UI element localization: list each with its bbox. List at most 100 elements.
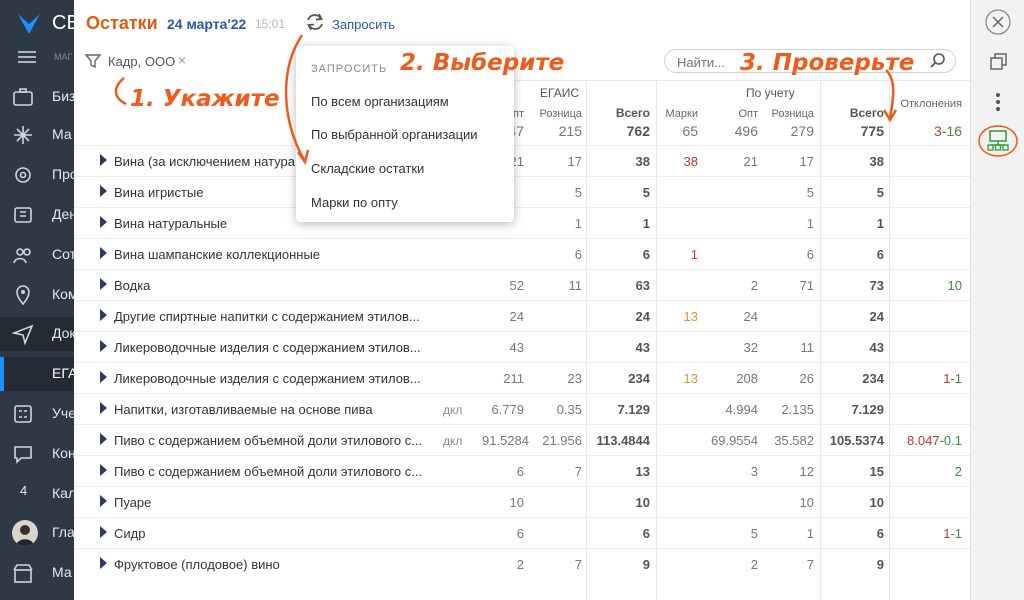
search-icon[interactable] xyxy=(929,52,947,70)
filter-icon[interactable] xyxy=(84,52,102,70)
table-row[interactable]: Вина (за исключением натура... 21 17 38 38 21… xyxy=(74,145,970,177)
table-row[interactable]: Вина натуральные 1 1 1 1 xyxy=(74,207,970,239)
cell-ar: 71 xyxy=(799,278,814,293)
deviation-green: -1 xyxy=(950,526,962,541)
cell-eo: 43 xyxy=(509,340,524,355)
expand-arrow-icon[interactable] xyxy=(100,402,107,414)
dropdown-item-wholesale-marks[interactable]: Марки по опту xyxy=(311,195,398,210)
expand-arrow-icon[interactable] xyxy=(100,247,107,259)
table-row[interactable]: Водка 52 11 63 2 71 73 10 xyxy=(74,269,970,301)
cell-ao: 24 xyxy=(743,309,758,324)
expand-arrow-icon[interactable] xyxy=(100,185,107,197)
sidebar-item-documents[interactable]: Док xyxy=(0,317,74,351)
sidebar-item-profile[interactable]: Гла xyxy=(0,516,74,550)
cell-m: 13 xyxy=(683,371,698,386)
cell-eo: 6 xyxy=(516,526,524,541)
cell-eo: 52 xyxy=(509,278,524,293)
time-label: 15:01 xyxy=(255,17,286,31)
cell-et: 6 xyxy=(642,247,650,262)
sidebar-item-staff[interactable]: Сот xyxy=(0,238,74,272)
table-row[interactable]: Пиво с содержанием объемной доли этилово… xyxy=(74,424,970,456)
expand-arrow-icon[interactable] xyxy=(100,154,107,166)
cell-ar: 1 xyxy=(806,216,814,231)
cell-m: 1 xyxy=(690,247,698,262)
cell-deviation: 1-1 xyxy=(892,371,962,386)
expand-arrow-icon[interactable] xyxy=(100,309,107,321)
more-icon[interactable] xyxy=(984,88,1012,116)
filter-clear-button[interactable]: × xyxy=(178,52,186,68)
expand-arrow-icon[interactable] xyxy=(100,495,107,507)
table-row[interactable]: Пуаре 10 10 10 10 xyxy=(74,486,970,518)
sidebar-item-business[interactable]: Биз xyxy=(0,80,74,114)
table-row[interactable]: Ликероводочные изделия с содержанием эти… xyxy=(74,331,970,363)
main-panel: Остатки 24 марта'22 15:01 Запросить Кадр… xyxy=(74,0,970,600)
sidebar-item-control[interactable]: Кон xyxy=(0,437,74,471)
cell-er: 21.956 xyxy=(542,433,582,448)
sidebar-item-money[interactable]: Ден xyxy=(0,198,74,232)
sidebar-item-store[interactable]: Ма xyxy=(0,556,74,590)
col-acc-retail-header[interactable]: Розница xyxy=(756,108,814,120)
cell-er: 17 xyxy=(567,154,582,169)
sidebar-item-accounting[interactable]: Уче xyxy=(0,397,74,431)
expand-arrow-icon[interactable] xyxy=(100,371,107,383)
cell-eo: 24 xyxy=(509,309,524,324)
expand-arrow-icon[interactable] xyxy=(100,278,107,290)
group-accounting-header: По учету xyxy=(746,86,795,100)
brand-name: СБ xyxy=(52,12,74,34)
expand-arrow-icon[interactable] xyxy=(100,216,107,228)
row-name: Напитки, изготавливаемые на основе пива xyxy=(114,402,373,417)
cell-er: 23 xyxy=(567,371,582,386)
sidebar-item-calendar[interactable]: 4 Кал xyxy=(0,477,74,511)
col-acc-opt-header[interactable]: Опт xyxy=(702,108,758,120)
expand-arrow-icon[interactable] xyxy=(100,340,107,352)
table-row[interactable]: Ликероводочные изделия с содержанием эти… xyxy=(74,362,970,394)
cell-et: 113.4844 xyxy=(596,433,650,448)
date-selector[interactable]: 24 марта'22 xyxy=(167,16,246,32)
cell-ao: 3 xyxy=(750,464,758,479)
expand-arrow-icon[interactable] xyxy=(100,526,107,538)
row-name: Ликероводочные изделия с содержанием эти… xyxy=(114,371,421,386)
sidebar-item-egais[interactable]: ЕГА xyxy=(0,357,74,391)
expand-arrow-icon[interactable] xyxy=(100,557,107,569)
expand-arrow-icon[interactable] xyxy=(100,433,107,445)
total-acc-opt: 496 xyxy=(734,123,758,139)
cell-ao: 5 xyxy=(750,526,758,541)
table-row[interactable]: Вина игристые 5 5 5 5 xyxy=(74,176,970,208)
cell-ar: 17 xyxy=(799,154,814,169)
table-row[interactable]: Фруктовое (плодовое) вино 2 7 9 2 7 9 xyxy=(74,548,970,580)
copy-icon[interactable] xyxy=(984,48,1012,76)
filter-organization[interactable]: Кадр, ООО xyxy=(108,54,175,69)
sidebar-item-label: Про xyxy=(52,166,74,182)
request-button[interactable]: Запросить xyxy=(332,17,395,32)
col-egais-retail-header[interactable]: Розница xyxy=(522,108,582,120)
cell-eo: 6 xyxy=(516,464,524,479)
cell-at: 24 xyxy=(869,309,884,324)
cell-at: 10 xyxy=(869,495,884,510)
cell-at: 6 xyxy=(876,247,884,262)
sidebar-item-label: ЕГА xyxy=(52,365,74,381)
logo-icon[interactable] xyxy=(16,10,42,36)
close-icon[interactable] xyxy=(984,8,1012,36)
table-row[interactable]: Другие спиртные напитки с содержанием эт… xyxy=(74,300,970,332)
refresh-icon[interactable] xyxy=(304,11,326,33)
col-egais-total-header[interactable]: Всего xyxy=(584,106,650,120)
col-marks-header[interactable]: Марки xyxy=(654,108,698,120)
structure-view-icon[interactable] xyxy=(977,124,1019,158)
cell-at: 234 xyxy=(862,371,884,386)
table-row[interactable]: Напитки, изготавливаемые на основе пива д… xyxy=(74,393,970,425)
table-row[interactable]: Сидр 6 6 5 1 6 1-1 xyxy=(74,517,970,549)
table-row[interactable]: Пиво с содержанием объемной доли этилово… xyxy=(74,455,970,487)
sidebar-item-production[interactable]: Про xyxy=(0,158,74,192)
expand-arrow-icon[interactable] xyxy=(100,464,107,476)
cell-at: 43 xyxy=(869,340,884,355)
menu-icon[interactable] xyxy=(18,50,36,64)
col-acc-total-header[interactable]: Всего xyxy=(818,106,884,120)
dropdown-item-all-orgs[interactable]: По всем организациям xyxy=(311,94,449,109)
table-row[interactable]: Вина шампанские коллекционные 6 6 1 6 6 xyxy=(74,238,970,270)
annotation-step1: 1. Укажите xyxy=(130,86,280,112)
dropdown-item-warehouse-stock[interactable]: Складские остатки xyxy=(311,161,424,176)
dropdown-item-selected-org[interactable]: По выбранной организации xyxy=(311,127,478,142)
sidebar-item-contacts[interactable]: Ком xyxy=(0,278,74,312)
sidebar-item-marketing[interactable]: Ма xyxy=(0,118,74,152)
cell-et: 24 xyxy=(635,309,650,324)
